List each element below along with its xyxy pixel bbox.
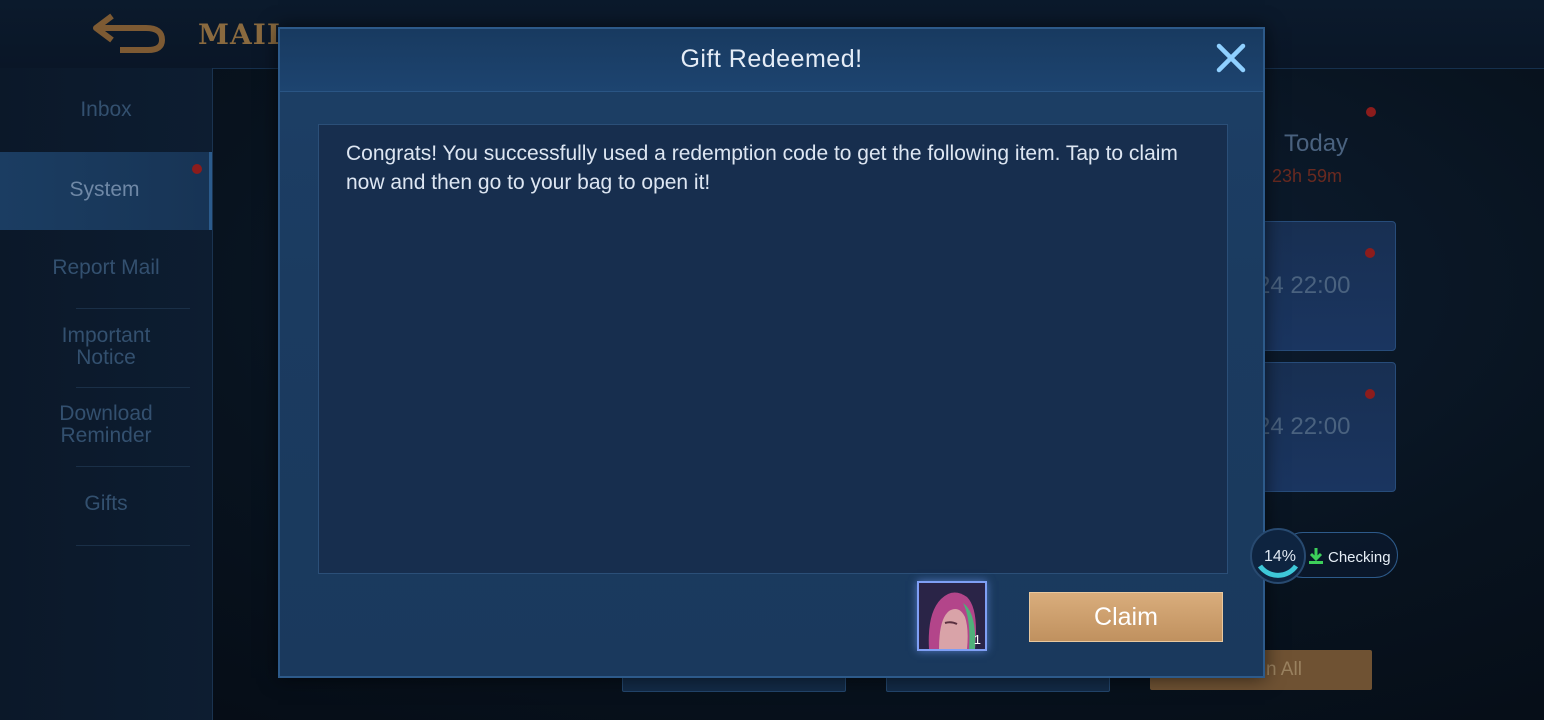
download-icon [1309, 548, 1323, 564]
divider [76, 308, 190, 309]
mail-screen: MAIL Inbox System Report Mail Important … [0, 0, 1544, 720]
sidebar-item-important-notice[interactable]: Important Notice [0, 325, 212, 369]
sidebar-item-label: Inbox [80, 98, 132, 121]
reward-item[interactable]: 1 [917, 581, 987, 651]
close-icon [1216, 43, 1246, 73]
sidebar-item-label: System [69, 178, 140, 201]
notification-dot [1365, 389, 1375, 399]
dialog-message: Congrats! You successfully used a redemp… [346, 142, 1178, 194]
mail-date: 24 22:00 [1257, 272, 1351, 299]
back-button[interactable] [90, 10, 170, 56]
download-progress-ring: 14% [1250, 528, 1306, 584]
sidebar-item-gifts[interactable]: Gifts [0, 493, 212, 515]
message-box: Congrats! You successfully used a redemp… [318, 124, 1228, 574]
sidebar-item-report-mail[interactable]: Report Mail [0, 257, 212, 279]
sidebar-item-label: Important Notice [61, 324, 151, 369]
sidebar-item-download-reminder[interactable]: Download Reminder [0, 403, 212, 447]
download-status: Checking [1328, 549, 1391, 566]
mail-countdown: 23h 59m [1272, 166, 1343, 186]
divider [76, 466, 190, 467]
dialog-header: Gift Redeemed! [280, 29, 1263, 92]
sidebar-item-label: Download Reminder [59, 402, 153, 447]
divider [76, 545, 190, 546]
sidebar-item-label: Gifts [84, 492, 128, 515]
mail-date: 24 22:00 [1257, 413, 1351, 440]
notification-dot [1365, 248, 1375, 258]
sidebar-item-inbox[interactable]: Inbox [0, 99, 212, 121]
claim-all-label: n All [1266, 659, 1302, 680]
sidebar-item-system[interactable]: System [0, 152, 212, 230]
dialog-title: Gift Redeemed! [680, 45, 863, 73]
back-arrow-icon [93, 13, 166, 53]
notification-dot [1366, 107, 1376, 117]
download-percent: 14% [1263, 548, 1297, 565]
gift-redeemed-dialog: Gift Redeemed! Congrats! You successfull… [278, 27, 1265, 678]
notification-dot [192, 164, 202, 174]
sidebar-item-label: Report Mail [52, 256, 160, 279]
page-title: MAIL [198, 18, 288, 51]
item-quantity: 1 [973, 632, 981, 647]
download-progress-widget[interactable]: 14% Checking [1250, 528, 1400, 584]
mail-date: Today [1284, 130, 1349, 157]
close-button[interactable] [1214, 41, 1248, 75]
claim-button[interactable]: Claim [1029, 592, 1223, 642]
divider [76, 387, 190, 388]
sidebar: Inbox System Report Mail Important Notic… [0, 68, 213, 720]
